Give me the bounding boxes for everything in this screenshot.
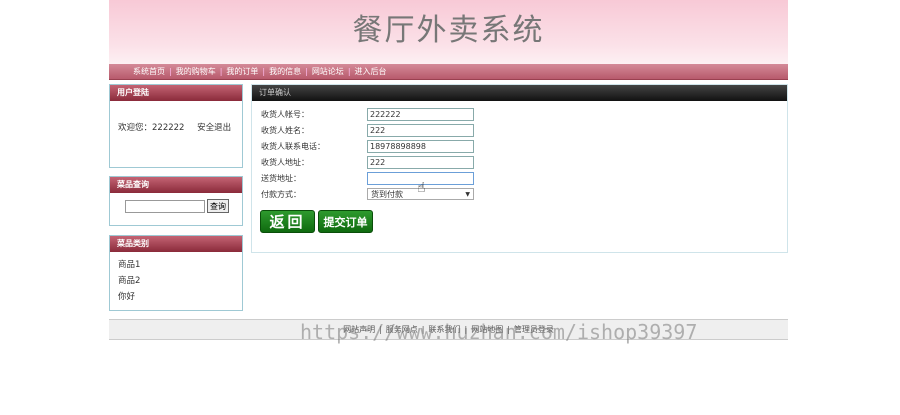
form-row-name: 收货人姓名： [261, 123, 474, 137]
page: 餐厅外卖系统 系统首页 | 我的购物车 | 我的订单 | 我的信息 | 网站论坛 | 进入… [109, 0, 788, 340]
login-panel-title: 用户登陆 [110, 85, 242, 101]
welcome-text: 欢迎您：222222 [118, 123, 185, 133]
chevron-down-icon: ▼ [465, 190, 470, 198]
account-label: 收货人帐号： [261, 109, 309, 119]
name-label: 收货人姓名： [261, 125, 309, 135]
search-panel-title: 菜品查询 [110, 177, 242, 193]
form-row-account: 收货人帐号： [261, 107, 474, 121]
logout-link[interactable]: 安全退出 [197, 123, 231, 133]
form-row-delivery: 送货地址： [261, 171, 474, 185]
payment-label: 付款方式： [261, 189, 301, 199]
category-panel: 菜品类别 商品1 商品2 你好 [109, 235, 243, 311]
name-field[interactable] [367, 123, 474, 137]
header-banner: 餐厅外卖系统 [109, 0, 788, 64]
nav-home[interactable]: 系统首页 [129, 66, 169, 77]
nav-forum[interactable]: 网站论坛 [308, 66, 348, 77]
category-item[interactable]: 商品2 [118, 273, 242, 289]
phone-field[interactable] [367, 139, 474, 153]
hand-cursor-icon: ☝ [417, 180, 426, 196]
nav-admin[interactable]: 进入后台 [351, 66, 391, 77]
nav-my-info[interactable]: 我的信息 [265, 66, 305, 77]
category-item[interactable]: 商品1 [118, 257, 242, 273]
search-panel: 菜品查询 查询 [109, 176, 243, 226]
submit-order-button[interactable]: 提交订单 [318, 210, 373, 233]
nav-orders[interactable]: 我的订单 [222, 66, 262, 77]
order-confirm-panel: 订单确认 收货人帐号： 收货人姓名： 收货人联系电话： 收货人地址： 送货地址：… [251, 84, 788, 253]
account-field[interactable] [367, 107, 474, 121]
order-panel-title: 订单确认 [252, 85, 787, 101]
form-row-phone: 收货人联系电话： [261, 139, 474, 153]
phone-label: 收货人联系电话： [261, 141, 325, 151]
search-input[interactable] [125, 199, 205, 213]
site-title: 餐厅外卖系统 [352, 13, 545, 48]
watermark-text: https://www.huzhan.com/ishop39397 [300, 320, 698, 344]
category-panel-title: 菜品类别 [110, 236, 242, 252]
form-row-payment: 付款方式： 货到付款 ▼ [261, 187, 474, 201]
category-item[interactable]: 你好 [118, 289, 242, 305]
address-label: 收货人地址： [261, 157, 309, 167]
delivery-address-label: 送货地址： [261, 173, 301, 183]
login-panel: 用户登陆 欢迎您：222222 安全退出 [109, 84, 243, 168]
form-row-address: 收货人地址： [261, 155, 474, 169]
address-field[interactable] [367, 155, 474, 169]
payment-selected-value: 货到付款 [371, 189, 403, 199]
back-button[interactable]: 返回 [260, 210, 315, 233]
nav-bar: 系统首页 | 我的购物车 | 我的订单 | 我的信息 | 网站论坛 | 进入后台 [109, 64, 788, 80]
search-button[interactable]: 查询 [207, 199, 229, 213]
nav-cart[interactable]: 我的购物车 [172, 66, 220, 77]
